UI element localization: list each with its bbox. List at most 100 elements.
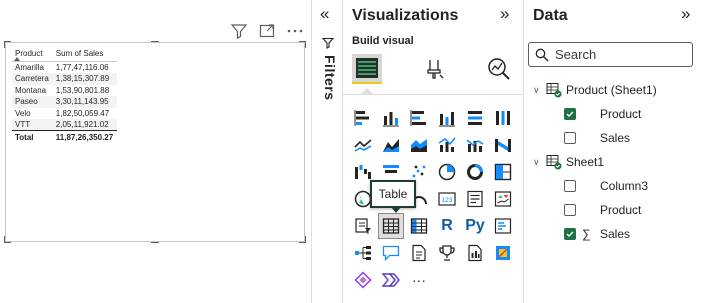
cell-sales: 3,30,11,143.95 xyxy=(52,96,118,108)
line-and-stacked-column-chart-icon[interactable] xyxy=(435,133,459,157)
svg-text:123: 123 xyxy=(442,197,453,204)
filter-icon[interactable] xyxy=(230,22,248,40)
pie-chart-icon[interactable] xyxy=(435,160,459,184)
matrix-icon[interactable] xyxy=(407,214,431,238)
expand-filters-button[interactable]: « xyxy=(320,5,329,22)
visualizations-pane: Visualizations » Build visual 123 R Py ·… xyxy=(342,0,523,303)
search-input[interactable] xyxy=(555,47,675,62)
analytics-magnifier-icon xyxy=(488,58,510,80)
multi-row-card-icon[interactable] xyxy=(463,187,487,211)
column-header-sum-of-sales[interactable]: Sum of Sales xyxy=(52,47,118,62)
table-name: Sheet1 xyxy=(566,155,605,169)
cell-sales: 1,38,15,307.89 xyxy=(52,73,118,85)
area-chart-icon[interactable] xyxy=(379,133,403,157)
cell-total-value: 11,87,26,350.27 xyxy=(52,130,118,143)
cell-sales: 2,05,11,921.02 xyxy=(52,119,118,131)
key-influencers-icon[interactable] xyxy=(491,214,515,238)
chevron-down-icon[interactable]: ∨ xyxy=(533,85,540,96)
field-list: ∨ Product (Sheet1) Product Sales ∨ Sheet… xyxy=(524,78,701,246)
field-name: Product xyxy=(600,107,642,121)
unchecked-checkbox[interactable] xyxy=(564,132,576,144)
kpi-icon[interactable] xyxy=(491,187,515,211)
table-node-sheet1[interactable]: ∨ Sheet1 xyxy=(524,150,701,174)
cell-total-label: Total xyxy=(12,130,53,143)
table-grid-icon xyxy=(356,58,378,78)
table-checked-icon xyxy=(546,155,562,170)
table-visual-icon[interactable] xyxy=(378,213,404,239)
qa-icon[interactable] xyxy=(379,241,403,265)
ribbon-chart-icon[interactable] xyxy=(491,133,515,157)
100-percent-bar-chart-icon[interactable] xyxy=(463,106,487,130)
resize-handle-top-left[interactable] xyxy=(4,41,11,48)
field-row-column3[interactable]: Column3 xyxy=(524,174,701,198)
collapse-visualizations-button[interactable]: » xyxy=(500,5,509,22)
field-name: Product xyxy=(600,203,642,217)
checked-checkbox[interactable] xyxy=(564,108,576,120)
focus-mode-icon[interactable] xyxy=(258,22,276,40)
table-checked-icon xyxy=(546,83,562,98)
table-visual[interactable]: Product Sum of Sales Amarilla 1,77,47,11… xyxy=(4,41,306,243)
paginated-report-icon[interactable] xyxy=(463,241,487,265)
data-title: Data xyxy=(533,7,568,24)
resize-handle-bottom-left[interactable] xyxy=(4,236,11,243)
unchecked-checkbox[interactable] xyxy=(564,180,576,192)
resize-handle-top-right[interactable] xyxy=(299,41,306,48)
resize-handle-bottom-right[interactable] xyxy=(299,236,306,243)
search-box[interactable] xyxy=(528,42,693,67)
more-options-icon[interactable] xyxy=(286,22,304,40)
sales-table: Product Sum of Sales Amarilla 1,77,47,11… xyxy=(12,47,118,143)
decomposition-tree-icon[interactable] xyxy=(351,241,375,265)
sigma-icon: ∑ xyxy=(582,227,591,241)
table-row: Montana 1,53,90,801.88 xyxy=(12,85,117,97)
treemap-icon[interactable] xyxy=(491,160,515,184)
field-name: Sales xyxy=(600,227,631,241)
python-visual-icon[interactable]: Py xyxy=(463,214,487,238)
format-visual-tab[interactable] xyxy=(419,54,449,84)
unchecked-checkbox[interactable] xyxy=(564,204,576,216)
field-row-sales[interactable]: Sales xyxy=(524,126,701,150)
donut-chart-icon[interactable] xyxy=(463,160,487,184)
line-chart-icon[interactable] xyxy=(351,133,375,157)
stacked-area-chart-icon[interactable] xyxy=(407,133,431,157)
slicer-icon[interactable] xyxy=(351,214,375,238)
100-percent-column-chart-icon[interactable] xyxy=(491,106,515,130)
table-node-product-sheet1[interactable]: ∨ Product (Sheet1) xyxy=(524,78,701,102)
table-tooltip: Table xyxy=(370,180,416,213)
table-row: Paseo 3,30,11,143.95 xyxy=(12,96,118,108)
power-automate-icon[interactable] xyxy=(351,268,375,292)
smart-narrative-icon[interactable] xyxy=(407,241,431,265)
column-header-product[interactable]: Product xyxy=(12,47,53,62)
field-row-sales[interactable]: ∑ Sales xyxy=(524,222,701,246)
collapse-data-button[interactable]: » xyxy=(681,5,690,22)
checked-checkbox[interactable] xyxy=(564,228,576,240)
get-more-visuals-button[interactable]: ··· xyxy=(407,268,431,292)
tooltip-text: Table xyxy=(378,187,408,201)
goals-icon[interactable] xyxy=(435,241,459,265)
chevron-down-icon[interactable]: ∨ xyxy=(533,157,540,168)
clustered-column-chart-icon[interactable] xyxy=(435,106,459,130)
power-apps-icon[interactable] xyxy=(491,241,515,265)
line-and-clustered-column-chart-icon[interactable] xyxy=(463,133,487,157)
more-visuals-icon[interactable] xyxy=(379,268,403,292)
cell-product: Carretera xyxy=(12,73,53,85)
table-name: Product (Sheet1) xyxy=(566,83,657,97)
card-icon[interactable]: 123 xyxy=(435,187,459,211)
filters-pane-collapsed[interactable]: « Filters xyxy=(311,0,342,303)
visualizations-title: Visualizations xyxy=(352,7,459,24)
field-row-product[interactable]: Product xyxy=(524,198,701,222)
stacked-bar-chart-icon[interactable] xyxy=(351,106,375,130)
ellipsis-label: ··· xyxy=(412,272,426,288)
cell-sales: 1,53,90,801.88 xyxy=(55,85,110,95)
cell-product: Amarilla xyxy=(15,63,44,72)
analytics-tab[interactable] xyxy=(484,54,514,84)
field-row-product[interactable]: Product xyxy=(524,102,701,126)
clustered-bar-chart-icon[interactable] xyxy=(407,106,431,130)
resize-handle-top[interactable] xyxy=(151,41,159,48)
r-script-visual-icon[interactable]: R xyxy=(435,214,459,238)
resize-handle-bottom[interactable] xyxy=(151,236,159,243)
stacked-column-chart-icon[interactable] xyxy=(379,106,403,130)
divider xyxy=(343,94,523,95)
build-visual-tab[interactable] xyxy=(352,54,382,84)
filters-label[interactable]: Filters xyxy=(322,55,338,101)
py-label: Py xyxy=(465,217,485,234)
